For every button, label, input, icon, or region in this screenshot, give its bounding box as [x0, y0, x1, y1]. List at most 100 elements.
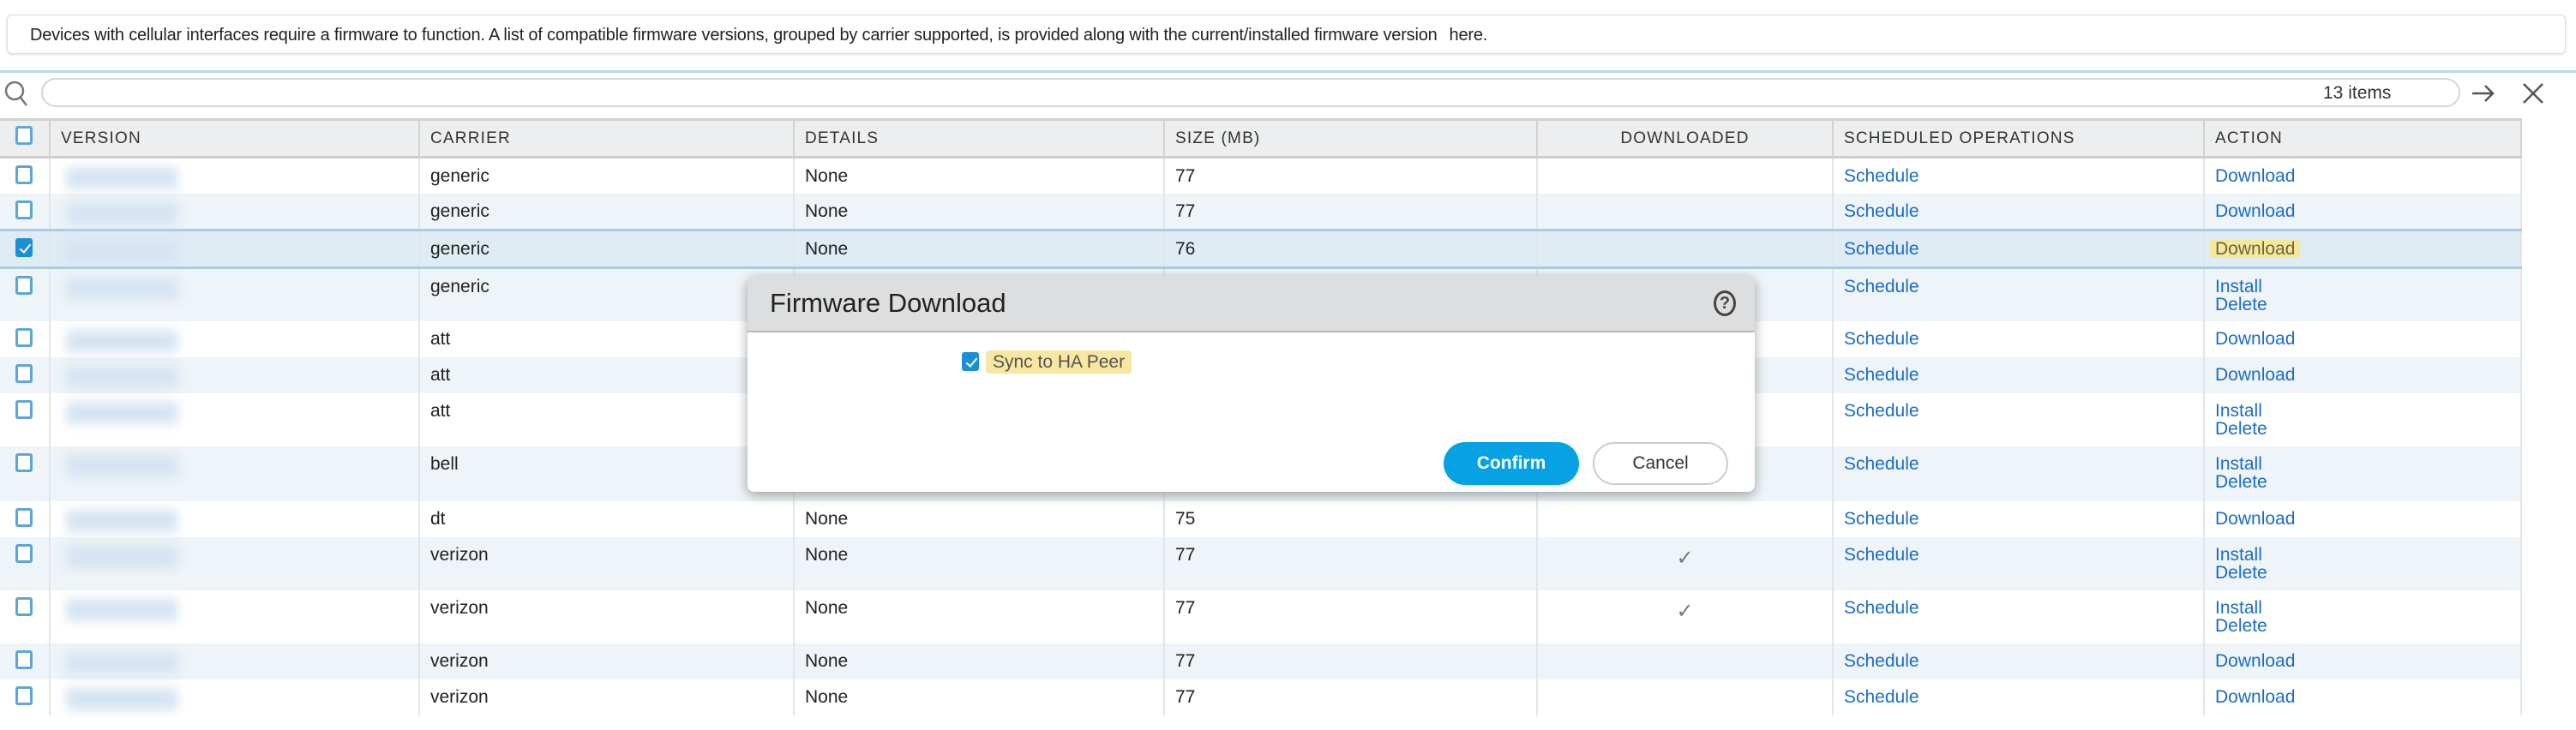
action-download-link[interactable]: Download	[2215, 202, 2510, 220]
row-checkbox[interactable]	[15, 543, 33, 563]
row-select-cell[interactable]	[0, 229, 51, 269]
row-select-cell[interactable]	[0, 679, 51, 715]
column-header-version[interactable]: VERSION	[50, 118, 420, 159]
table-row[interactable]: generic None 77 Schedule Download	[0, 193, 2522, 230]
row-select-cell[interactable]	[0, 589, 51, 643]
action-download-link[interactable]: Download	[2215, 330, 2510, 348]
action-delete-link[interactable]: Delete	[2215, 617, 2510, 635]
action-delete-link[interactable]: Delete	[2215, 296, 2510, 314]
redacted-version	[66, 278, 177, 300]
schedule-link[interactable]: Schedule	[1844, 546, 2193, 564]
table-row[interactable]: dt None 75 Schedule Download	[0, 500, 2522, 537]
row-checkbox[interactable]	[15, 363, 33, 383]
table-row[interactable]: generic None 77 Schedule Download	[0, 157, 2522, 194]
action-install-link[interactable]: Install	[2215, 599, 2510, 617]
action-download-link[interactable]: Download	[2215, 510, 2510, 528]
row-checkbox[interactable]	[15, 238, 33, 257]
action-download-link[interactable]: Download	[2215, 688, 2510, 706]
row-select-cell[interactable]	[0, 320, 51, 357]
notice-here-link[interactable]: here.	[1450, 26, 1488, 45]
column-header-scheduled-operations[interactable]: SCHEDULED OPERATIONS	[1833, 118, 2205, 159]
action-delete-link[interactable]: Delete	[2215, 420, 2510, 438]
schedule-cell: Schedule	[1833, 157, 2205, 194]
details-cell: None	[794, 157, 1165, 194]
table-row[interactable]: verizon None 77 ✓ Schedule Install Delete	[0, 536, 2522, 590]
column-header-details[interactable]: DETAILS	[794, 118, 1165, 159]
column-header-action[interactable]: ACTION	[2204, 118, 2522, 159]
row-checkbox[interactable]	[15, 596, 33, 616]
action-install-link[interactable]: Install	[2215, 278, 2510, 296]
downloaded-check-icon	[1537, 643, 1834, 679]
schedule-link[interactable]: Schedule	[1844, 330, 2193, 348]
action-delete-link[interactable]: Delete	[2215, 564, 2510, 582]
schedule-link[interactable]: Schedule	[1844, 455, 2193, 473]
row-select-cell[interactable]	[0, 536, 51, 590]
details-cell: None	[794, 229, 1165, 269]
schedule-link[interactable]: Schedule	[1844, 202, 2193, 220]
action-cell: Install Delete	[2204, 392, 2522, 446]
sync-ha-peer-checkbox[interactable]	[962, 352, 979, 372]
column-header-carrier[interactable]: CARRIER	[419, 118, 795, 159]
schedule-link[interactable]: Schedule	[1844, 688, 2193, 706]
details-cell: None	[794, 500, 1165, 537]
row-select-cell[interactable]	[0, 157, 51, 194]
schedule-cell: Schedule	[1833, 500, 2205, 537]
column-header-downloaded[interactable]: DOWNLOADED	[1537, 118, 1834, 159]
action-download-link[interactable]: Download	[2215, 652, 2510, 670]
row-select-cell[interactable]	[0, 392, 51, 446]
help-icon[interactable]: ?	[1714, 290, 1736, 316]
close-icon[interactable]	[2519, 79, 2548, 108]
row-checkbox[interactable]	[15, 685, 33, 705]
arrow-right-icon[interactable]	[2469, 79, 2498, 108]
schedule-link[interactable]: Schedule	[1844, 652, 2193, 670]
row-select-cell[interactable]	[0, 446, 51, 501]
table-row[interactable]: verizon None 77 ✓ Schedule Install Delete	[0, 589, 2522, 643]
schedule-cell: Schedule	[1833, 679, 2205, 715]
action-download-link[interactable]: Download	[2215, 366, 2510, 384]
row-checkbox[interactable]	[15, 399, 33, 419]
action-install-link[interactable]: Install	[2215, 546, 2510, 564]
row-checkbox[interactable]	[15, 200, 33, 219]
table-row[interactable]: generic None 76 Schedule Download	[0, 229, 2522, 269]
table-row[interactable]: verizon None 77 Schedule Download	[0, 679, 2522, 715]
row-checkbox[interactable]	[15, 276, 33, 295]
cancel-button[interactable]: Cancel	[1593, 442, 1728, 485]
row-select-cell[interactable]	[0, 193, 51, 230]
size-cell: 77	[1164, 157, 1538, 194]
schedule-link[interactable]: Schedule	[1844, 402, 2193, 420]
select-all-checkbox[interactable]	[15, 125, 33, 145]
action-install-link[interactable]: Install	[2215, 402, 2510, 420]
schedule-link[interactable]: Schedule	[1844, 167, 2193, 185]
search-input[interactable]	[41, 78, 2460, 107]
schedule-link[interactable]: Schedule	[1844, 599, 2193, 617]
column-header-size[interactable]: SIZE (MB)	[1164, 118, 1538, 159]
confirm-button[interactable]: Confirm	[1444, 442, 1579, 485]
row-checkbox[interactable]	[15, 327, 33, 347]
size-cell: 77	[1164, 193, 1538, 230]
redacted-version	[66, 365, 177, 388]
action-download-link[interactable]: Download	[2210, 240, 2301, 258]
schedule-link[interactable]: Schedule	[1844, 366, 2193, 384]
sync-ha-peer-option[interactable]: Sync to HA Peer	[962, 350, 1132, 375]
action-install-link[interactable]: Install	[2215, 455, 2510, 473]
row-select-cell[interactable]	[0, 643, 51, 679]
row-select-cell[interactable]	[0, 500, 51, 537]
schedule-link[interactable]: Schedule	[1844, 278, 2193, 296]
schedule-link[interactable]: Schedule	[1844, 510, 2193, 528]
row-checkbox[interactable]	[15, 649, 33, 669]
row-select-cell[interactable]	[0, 356, 51, 393]
schedule-cell: Schedule	[1833, 589, 2205, 643]
action-download-link[interactable]: Download	[2215, 167, 2510, 185]
action-cell: Download	[2204, 320, 2522, 357]
action-delete-link[interactable]: Delete	[2215, 473, 2510, 491]
row-checkbox[interactable]	[15, 165, 33, 184]
row-checkbox[interactable]	[15, 452, 33, 472]
version-cell	[50, 446, 420, 501]
row-select-cell[interactable]	[0, 267, 51, 321]
redacted-version	[66, 201, 177, 224]
table-row[interactable]: verizon None 77 Schedule Download	[0, 643, 2522, 679]
sync-ha-peer-label: Sync to HA Peer	[986, 350, 1132, 374]
schedule-link[interactable]: Schedule	[1844, 240, 2193, 258]
select-all-header[interactable]	[0, 118, 51, 159]
row-checkbox[interactable]	[15, 507, 33, 527]
